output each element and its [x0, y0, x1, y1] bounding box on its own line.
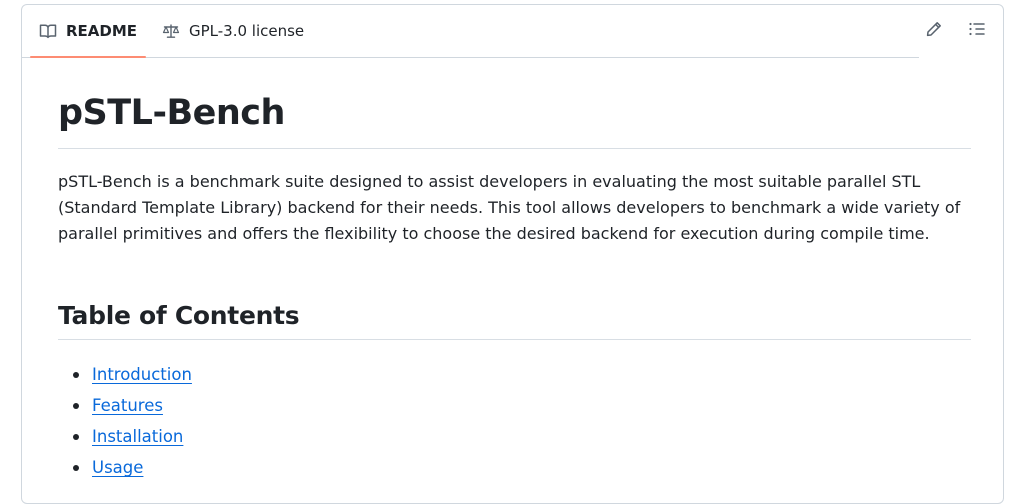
bullet — [73, 372, 79, 378]
toc-divider — [58, 339, 971, 340]
tab-readme[interactable]: README — [30, 5, 147, 58]
toc-link-usage[interactable]: Usage — [92, 458, 143, 477]
toc-link-introduction[interactable]: Introduction — [92, 365, 192, 384]
readme-tabbar: README GPL-3.0 license — [22, 5, 919, 58]
readme-panel: README GPL-3.0 license pSTL-Bench pSTL-B… — [21, 4, 1004, 504]
edit-readme-button[interactable] — [922, 19, 946, 43]
outline-toggle-button[interactable] — [965, 19, 989, 43]
list-item: Features — [58, 390, 192, 421]
list-item: Usage — [58, 452, 192, 483]
tab-license[interactable]: GPL-3.0 license — [154, 5, 312, 57]
law-scale-icon — [162, 22, 180, 40]
readme-title: pSTL-Bench — [58, 93, 285, 133]
title-divider — [58, 148, 971, 149]
active-tab-indicator — [30, 56, 147, 58]
tab-license-label: GPL-3.0 license — [189, 22, 305, 40]
toc-list: Introduction Features Installation Usage — [58, 359, 192, 483]
tab-readme-label: README — [66, 22, 138, 40]
bullet — [73, 465, 79, 471]
list-outline-icon — [968, 21, 986, 41]
pencil-icon — [926, 21, 942, 41]
bullet — [73, 403, 79, 409]
list-item: Installation — [58, 421, 192, 452]
toc-link-features[interactable]: Features — [92, 396, 163, 415]
toc-link-installation[interactable]: Installation — [92, 427, 183, 446]
bullet — [73, 434, 79, 440]
toc-heading: Table of Contents — [58, 301, 300, 330]
list-item: Introduction — [58, 359, 192, 390]
readme-intro-paragraph: pSTL-Bench is a benchmark suite designed… — [58, 172, 961, 243]
book-icon — [39, 22, 57, 40]
